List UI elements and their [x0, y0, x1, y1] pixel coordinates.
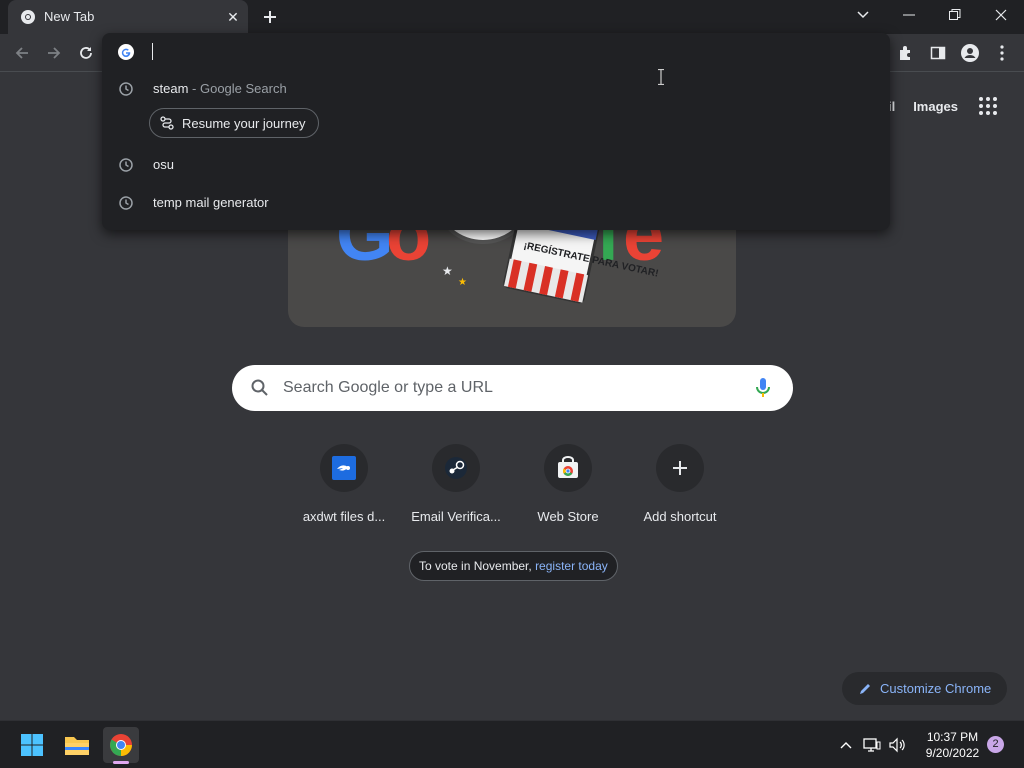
file-explorer-icon[interactable]	[59, 727, 95, 763]
search-box[interactable]: Search Google or type a URL	[232, 365, 793, 411]
omnibox-dropdown: steam - Google Search Resume your journe…	[102, 33, 890, 230]
active-app-indicator	[113, 761, 129, 764]
new-tab-icon[interactable]	[259, 6, 281, 28]
history-icon	[119, 158, 133, 172]
search-placeholder: Search Google or type a URL	[283, 379, 493, 396]
svg-text:★: ★	[458, 277, 467, 288]
steam-icon	[445, 457, 467, 479]
shortcut-icon-circle	[544, 444, 592, 492]
register-today-link[interactable]: register today	[535, 559, 608, 573]
show-hidden-icons-chevron-icon[interactable]	[836, 735, 856, 755]
shortcut-icon-circle	[656, 444, 704, 492]
resume-journey-chip[interactable]: Resume your journey	[149, 108, 319, 138]
top-links: il Images	[888, 94, 1000, 118]
chrome-icon	[21, 10, 35, 24]
volume-icon[interactable]	[888, 735, 908, 755]
back-icon[interactable]	[10, 41, 34, 65]
images-link[interactable]: Images	[913, 99, 958, 114]
shortcut-label: axdwt files d...	[302, 509, 386, 524]
journey-icon	[160, 116, 174, 130]
shortcut-label: Add shortcut	[643, 509, 717, 524]
chrome-taskbar-icon[interactable]	[103, 727, 139, 763]
minimize-icon[interactable]	[886, 0, 932, 30]
google-apps-icon[interactable]	[976, 94, 1000, 118]
side-panel-icon[interactable]	[926, 41, 950, 65]
system-clock[interactable]: 10:37 PM 9/20/2022	[915, 729, 990, 761]
promo-text: To vote in November,	[419, 559, 536, 573]
shortcut-tile[interactable]: Email Verifica...	[400, 444, 512, 534]
omnibox-suggestion[interactable]: temp mail generator	[102, 185, 890, 221]
chrome-web-store-icon	[558, 456, 578, 478]
extensions-icon[interactable]	[894, 41, 918, 65]
shortcut-tile[interactable]: axdwt files d...	[288, 444, 400, 534]
reload-icon[interactable]	[74, 41, 98, 65]
shortcut-icon-circle	[432, 444, 480, 492]
restore-icon[interactable]	[932, 0, 978, 30]
menu-kebab-icon[interactable]	[990, 41, 1014, 65]
forward-icon[interactable]	[42, 41, 66, 65]
shortcut-label: Email Verifica...	[411, 509, 501, 524]
history-icon	[119, 82, 133, 96]
suggestion-text: steam	[153, 81, 189, 96]
text-cursor	[152, 43, 153, 60]
windows-start-icon[interactable]	[14, 727, 50, 763]
ibeam-cursor-icon	[658, 69, 664, 85]
close-window-icon[interactable]	[978, 0, 1024, 30]
plus-icon	[673, 461, 687, 475]
suggestion-text: osu	[153, 157, 174, 172]
shortcut-tile[interactable]: Web Store	[512, 444, 624, 534]
vote-promo: To vote in November, register today	[409, 551, 618, 581]
network-icon[interactable]	[862, 735, 882, 755]
pencil-icon	[860, 683, 870, 694]
svg-text:★: ★	[442, 264, 453, 278]
suggestion-text: temp mail generator	[153, 195, 269, 210]
omnibox-suggestion[interactable]: osu	[102, 147, 890, 183]
customize-chrome-button[interactable]: Customize Chrome	[842, 672, 1007, 705]
history-icon	[119, 196, 133, 210]
mediafire-icon	[332, 456, 356, 480]
shortcut-icon-circle	[320, 444, 368, 492]
suggestion-suffix: - Google Search	[192, 81, 287, 96]
tab-new-tab[interactable]: New Tab ✕	[8, 0, 248, 34]
google-g-icon	[118, 44, 134, 60]
clock-date: 9/20/2022	[925, 746, 980, 760]
clock-time: 10:37 PM	[926, 730, 979, 744]
taskbar: 10:37 PM 9/20/2022 2	[0, 720, 1024, 768]
microphone-icon[interactable]	[753, 377, 773, 399]
omnibox-suggestion[interactable]: steam - Google Search	[102, 71, 890, 107]
journey-label: Resume your journey	[182, 115, 306, 131]
omnibox-input[interactable]	[154, 39, 854, 63]
tab-search-chevron-icon[interactable]	[840, 0, 886, 30]
shortcut-label: Web Store	[537, 509, 599, 524]
title-bar: New Tab ✕	[0, 0, 1024, 34]
tab-title: New Tab	[44, 9, 95, 24]
notification-badge[interactable]: 2	[987, 736, 1004, 753]
tab-close-icon[interactable]: ✕	[224, 8, 242, 26]
add-shortcut-button[interactable]: Add shortcut	[624, 444, 736, 534]
customize-chrome-label: Customize Chrome	[880, 681, 992, 696]
profile-avatar-icon[interactable]	[958, 41, 982, 65]
search-icon	[251, 379, 268, 396]
